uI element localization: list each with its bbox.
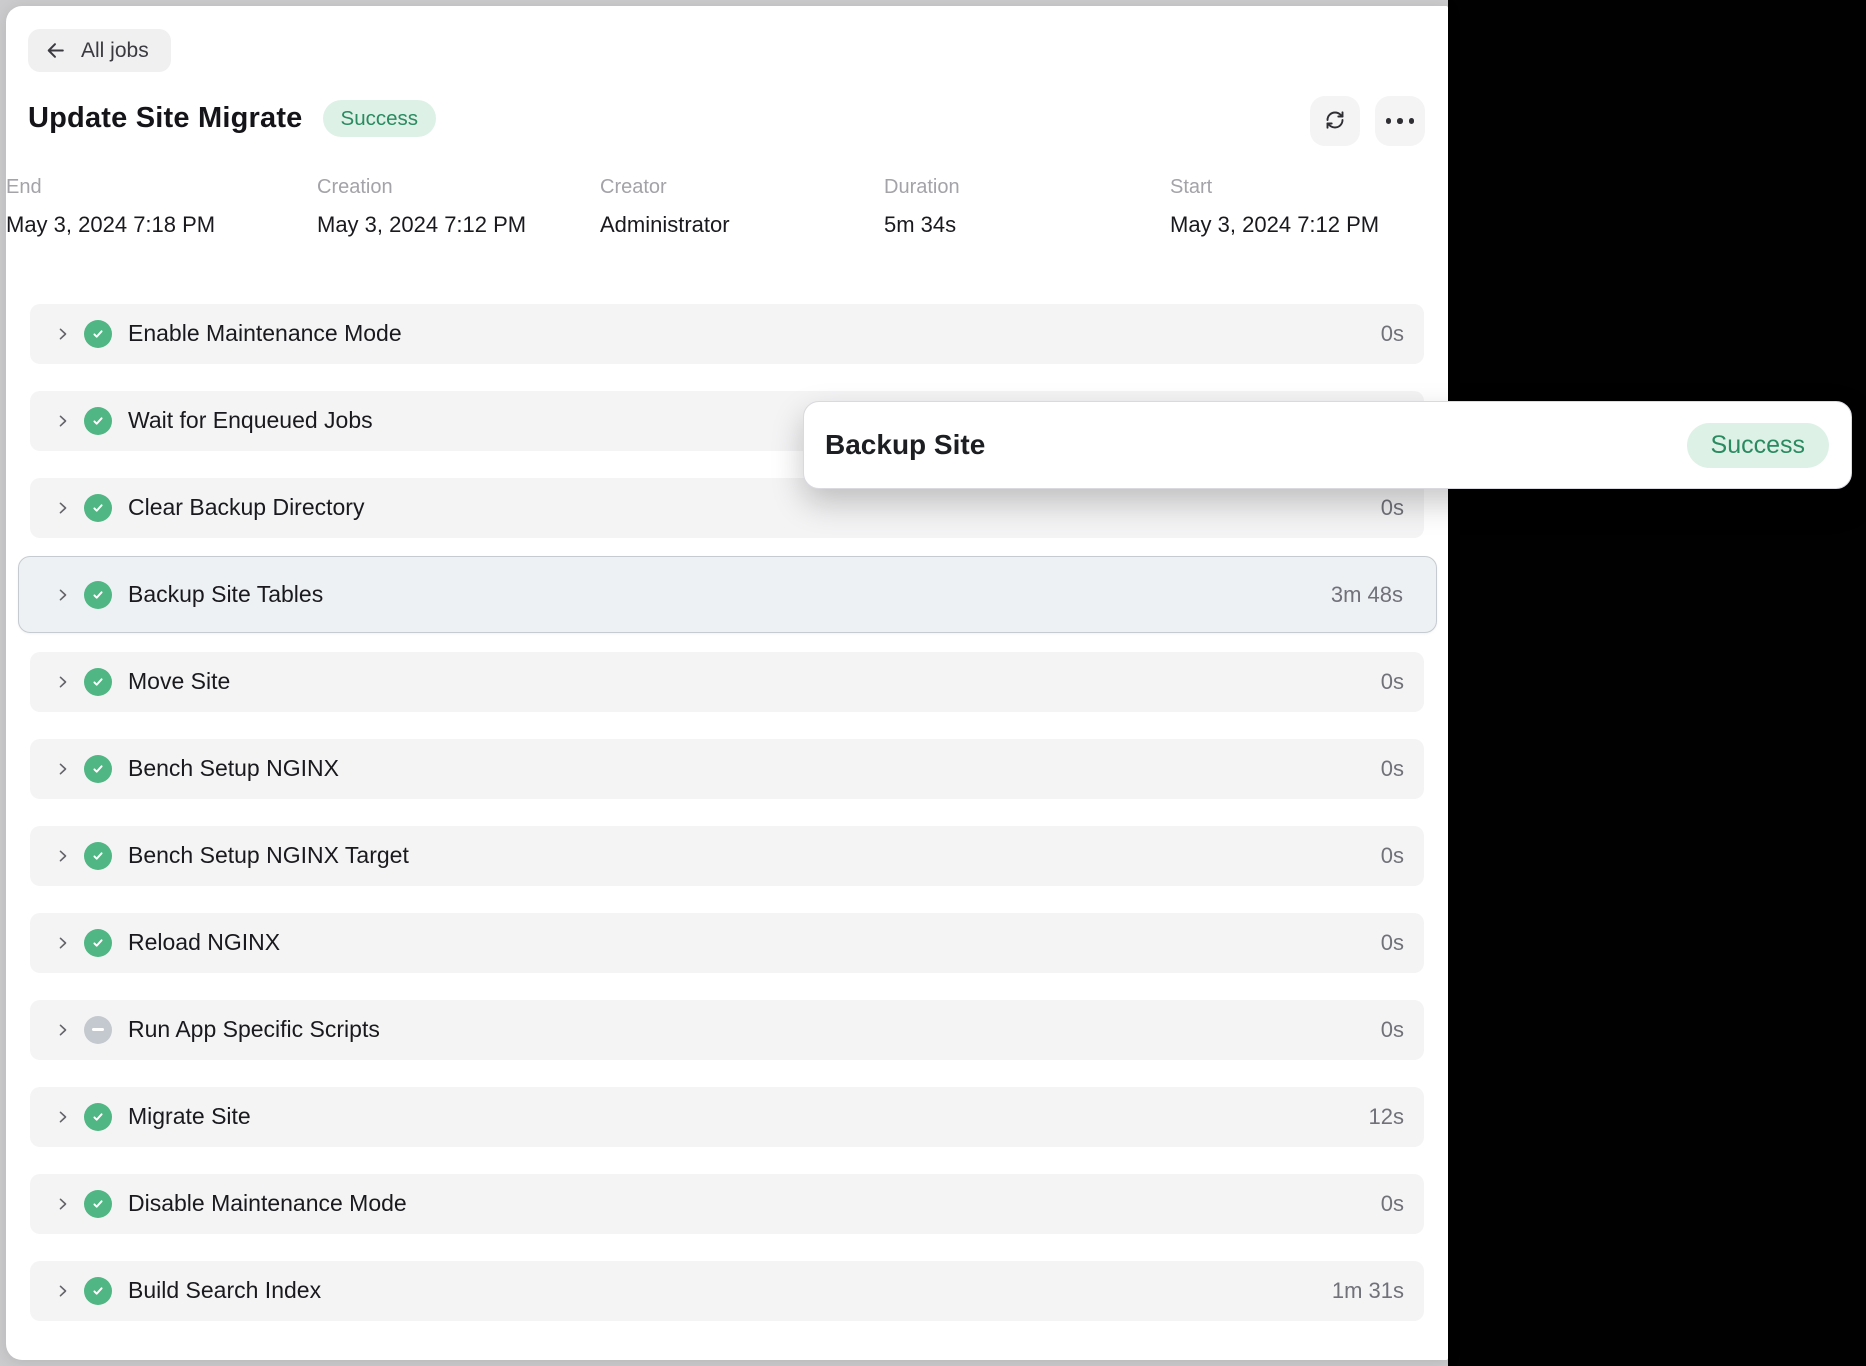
meta-duration: Duration 5m 34s xyxy=(884,176,960,238)
step-duration: 0s xyxy=(1381,321,1404,347)
step-label: Clear Backup Directory xyxy=(128,494,364,521)
step-duration: 0s xyxy=(1381,930,1404,956)
step-label: Run App Specific Scripts xyxy=(128,1016,380,1043)
step-label: Migrate Site xyxy=(128,1103,251,1130)
step-duration: 0s xyxy=(1381,756,1404,782)
step-label: Backup Site Tables xyxy=(128,581,323,608)
job-step-row[interactable]: Enable Maintenance Mode 0s xyxy=(30,304,1424,364)
page-title: Update Site Migrate xyxy=(28,102,303,135)
job-step-row[interactable]: Backup Site Tables 3m 48s xyxy=(18,556,1437,633)
step-label: Bench Setup NGINX xyxy=(128,755,339,782)
status-success-icon xyxy=(84,407,112,435)
status-success-icon xyxy=(84,668,112,696)
step-duration: 0s xyxy=(1381,1017,1404,1043)
status-success-icon xyxy=(84,842,112,870)
chevron-right-icon[interactable] xyxy=(54,325,72,343)
job-step-row[interactable]: Reload NGINX 0s xyxy=(30,913,1424,973)
job-step-row[interactable]: Build Search Index 1m 31s xyxy=(30,1261,1424,1321)
chevron-right-icon[interactable] xyxy=(54,412,72,430)
all-jobs-back-button[interactable]: All jobs xyxy=(28,29,171,72)
meta-label: End xyxy=(6,176,215,199)
meta-end: End May 3, 2024 7:18 PM xyxy=(6,176,215,238)
status-success-icon xyxy=(84,320,112,348)
job-step-row[interactable]: Bench Setup NGINX Target 0s xyxy=(30,826,1424,886)
ellipsis-icon xyxy=(1386,118,1415,124)
chevron-right-icon[interactable] xyxy=(54,1108,72,1126)
step-duration: 3m 48s xyxy=(1331,582,1403,608)
meta-value: 5m 34s xyxy=(884,212,960,238)
step-label: Build Search Index xyxy=(128,1277,321,1304)
chevron-right-icon[interactable] xyxy=(54,1195,72,1213)
step-duration: 0s xyxy=(1381,495,1404,521)
meta-value: May 3, 2024 7:12 PM xyxy=(1170,212,1379,238)
arrow-left-icon xyxy=(44,39,67,62)
step-label: Reload NGINX xyxy=(128,929,280,956)
status-success-icon xyxy=(84,929,112,957)
meta-creator: Creator Administrator xyxy=(600,176,730,238)
job-step-row[interactable]: Move Site 0s xyxy=(30,652,1424,712)
chevron-right-icon[interactable] xyxy=(54,1282,72,1300)
meta-value: Administrator xyxy=(600,212,730,238)
meta-label: Creation xyxy=(317,176,526,199)
status-success-icon xyxy=(84,1103,112,1131)
chevron-right-icon[interactable] xyxy=(54,499,72,517)
refresh-button[interactable] xyxy=(1310,96,1360,146)
back-button-label: All jobs xyxy=(81,39,149,63)
step-label: Wait for Enqueued Jobs xyxy=(128,407,373,434)
status-success-icon xyxy=(84,1190,112,1218)
step-label: Enable Maintenance Mode xyxy=(128,320,402,347)
chevron-right-icon[interactable] xyxy=(54,1021,72,1039)
step-label: Move Site xyxy=(128,668,230,695)
job-step-row[interactable]: Bench Setup NGINX 0s xyxy=(30,739,1424,799)
step-duration: 0s xyxy=(1381,669,1404,695)
status-success-icon xyxy=(84,581,112,609)
chevron-right-icon[interactable] xyxy=(54,760,72,778)
job-status-badge: Success xyxy=(323,100,436,137)
job-detail-card: All jobs Update Site Migrate Success Cre… xyxy=(6,6,1448,1360)
meta-label: Creator xyxy=(600,176,730,199)
popup-step-title: Backup Site xyxy=(825,429,985,461)
job-step-row[interactable]: Disable Maintenance Mode 0s xyxy=(30,1174,1424,1234)
step-status-popup[interactable]: Backup Site Success xyxy=(803,401,1852,489)
title-row: Update Site Migrate Success xyxy=(28,100,436,137)
meta-value: May 3, 2024 7:18 PM xyxy=(6,212,215,238)
step-duration: 0s xyxy=(1381,1191,1404,1217)
meta-start: Start May 3, 2024 7:12 PM xyxy=(1170,176,1379,238)
meta-creation: Creation May 3, 2024 7:12 PM xyxy=(317,176,526,238)
right-dark-panel xyxy=(1448,0,1866,1366)
status-success-icon xyxy=(84,1277,112,1305)
step-duration: 12s xyxy=(1369,1104,1404,1130)
step-duration: 1m 31s xyxy=(1332,1278,1404,1304)
step-label: Bench Setup NGINX Target xyxy=(128,842,409,869)
chevron-right-icon[interactable] xyxy=(54,934,72,952)
status-success-icon xyxy=(84,494,112,522)
step-duration: 0s xyxy=(1381,843,1404,869)
meta-label: Start xyxy=(1170,176,1379,199)
chevron-right-icon[interactable] xyxy=(54,847,72,865)
meta-label: Duration xyxy=(884,176,960,199)
chevron-right-icon[interactable] xyxy=(54,673,72,691)
popup-status-badge: Success xyxy=(1687,423,1829,468)
job-step-row[interactable]: Migrate Site 12s xyxy=(30,1087,1424,1147)
status-skipped-icon xyxy=(84,1016,112,1044)
status-success-icon xyxy=(84,755,112,783)
step-label: Disable Maintenance Mode xyxy=(128,1190,407,1217)
chevron-right-icon[interactable] xyxy=(54,586,72,604)
job-step-row[interactable]: Run App Specific Scripts 0s xyxy=(30,1000,1424,1060)
refresh-icon xyxy=(1323,108,1347,135)
more-options-button[interactable] xyxy=(1375,96,1425,146)
meta-value: May 3, 2024 7:12 PM xyxy=(317,212,526,238)
